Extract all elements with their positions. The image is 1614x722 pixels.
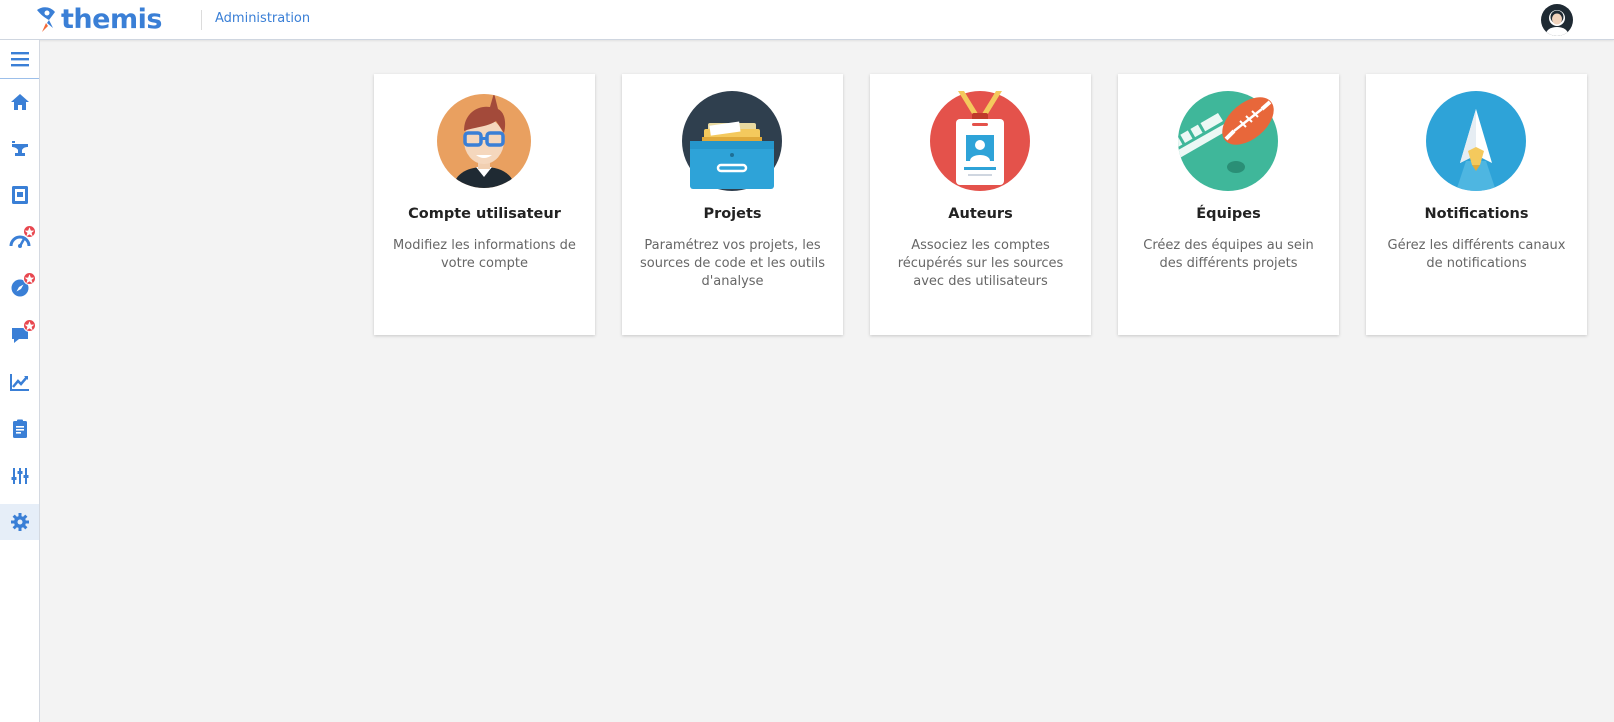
card-compte-utilisateur[interactable]: Compte utilisateur Modifiez les informat… <box>374 74 595 335</box>
notification-badge <box>23 319 36 332</box>
card-title: Notifications <box>1424 206 1529 222</box>
home-icon[interactable] <box>0 84 39 120</box>
sidebar <box>0 40 40 722</box>
page-title: Administration <box>215 11 311 26</box>
id-badge-illustration <box>930 91 1030 191</box>
card-description: Paramétrez vos projets, les sources de c… <box>640 238 825 289</box>
card-title: Équipes <box>1196 206 1261 222</box>
card-projets[interactable]: Projets Paramétrez vos projets, les sour… <box>622 74 843 335</box>
speedometer-icon[interactable] <box>0 223 39 259</box>
hamburger-menu-icon[interactable] <box>0 41 39 77</box>
card-equipes[interactable]: Équipes Créez des équipes au sein des di… <box>1118 74 1339 335</box>
card-title: Auteurs <box>948 206 1013 222</box>
user-avatar-icon[interactable] <box>1541 4 1573 36</box>
card-auteurs[interactable]: Auteurs Associez les comptes récupérés s… <box>870 74 1091 335</box>
sliders-icon[interactable] <box>0 458 39 494</box>
football-illustration <box>1178 91 1278 191</box>
rocket-icon <box>37 7 55 32</box>
file-drawer-illustration <box>682 91 782 191</box>
book-icon[interactable] <box>0 177 39 213</box>
gear-icon[interactable] <box>0 504 39 540</box>
app-name: themis <box>61 3 162 35</box>
card-description: Modifiez les informations de votre compt… <box>393 238 576 271</box>
clipboard-icon[interactable] <box>0 411 39 447</box>
card-description: Créez des équipes au sein des différents… <box>1143 238 1314 271</box>
header-divider <box>201 10 202 30</box>
notification-badge <box>23 225 36 238</box>
chat-bubble-icon[interactable] <box>0 317 39 353</box>
anvil-icon[interactable] <box>0 131 39 167</box>
card-description: Associez les comptes récupérés sur les s… <box>897 238 1064 289</box>
top-header: themis Administration <box>0 0 1614 40</box>
user-account-illustration <box>437 94 531 188</box>
card-description: Gérez les différents canaux de notificat… <box>1387 238 1566 271</box>
paper-plane-illustration <box>1426 91 1526 191</box>
card-title: Compte utilisateur <box>408 206 561 222</box>
card-title: Projets <box>703 206 762 222</box>
notification-badge <box>23 272 36 285</box>
trend-chart-icon[interactable] <box>0 364 39 400</box>
menu-divider <box>0 78 39 79</box>
card-notifications[interactable]: Notifications Gérez les différents canau… <box>1366 74 1587 335</box>
app-logo[interactable]: themis <box>33 3 162 35</box>
compass-icon[interactable] <box>0 270 39 306</box>
